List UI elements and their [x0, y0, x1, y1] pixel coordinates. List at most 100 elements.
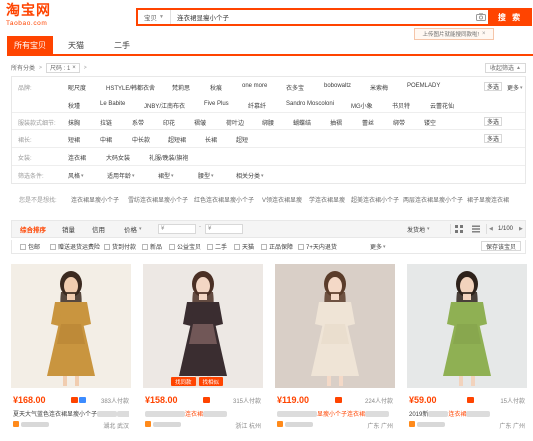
women-option[interactable]: 大码女装 [106, 153, 130, 162]
product-image[interactable] [275, 264, 395, 388]
taobao-logo[interactable]: 淘宝网 Taobao.com [6, 4, 64, 28]
style-option[interactable]: 镂空 [424, 118, 436, 127]
condition-dropdown[interactable]: 相关分类 ▾ [236, 171, 264, 181]
next-page-icon[interactable]: ▶ [519, 224, 523, 234]
style-option[interactable]: 绑腰 [262, 118, 274, 127]
shop-link[interactable] [145, 421, 181, 427]
brand-option[interactable]: 秋瑾 [68, 101, 80, 110]
product-title[interactable]: 2019新 连衣裙 [409, 409, 525, 418]
more-services-dropdown[interactable]: 更多 ▾ [370, 242, 386, 252]
shop-link[interactable] [13, 421, 49, 427]
close-icon[interactable]: × [72, 65, 76, 71]
brand-option[interactable]: MG小象 [351, 101, 373, 110]
length-option[interactable]: 中长款 [132, 135, 150, 144]
search-button[interactable]: 搜 索 [488, 8, 532, 26]
breadcrumb-all-categories[interactable]: 所有分类 [11, 63, 35, 72]
style-option[interactable]: 系带 [132, 118, 144, 127]
brand-option[interactable]: 秋痕 [210, 83, 222, 92]
length-option[interactable]: 长裙 [205, 135, 217, 144]
length-option[interactable]: 中裙 [100, 135, 112, 144]
brand-option[interactable]: 梵莉思 [172, 83, 190, 92]
product-card[interactable]: ¥119.00 224人付款 显瘦小个子连衣裙 广东 广州 [275, 264, 395, 441]
product-image[interactable] [11, 264, 131, 388]
style-option[interactable]: 蕾丝 [362, 118, 374, 127]
grid-view-icon[interactable] [455, 224, 463, 234]
checkbox-7day-return[interactable]: 7+天内退货 [298, 242, 337, 251]
style-option[interactable]: 抽褶 [330, 118, 342, 127]
brand-option[interactable]: 衣多宝 [286, 83, 304, 92]
brand-option[interactable]: 米索梅 [370, 83, 388, 92]
breadcrumb-size-filter[interactable]: 尺码 : 1 × [45, 62, 80, 73]
search-category-select[interactable]: 宝贝 ▼ [138, 10, 171, 24]
style-option[interactable]: 蝴蝶结 [293, 118, 311, 127]
condition-dropdown[interactable]: 适用年龄 ▾ [107, 171, 135, 181]
tab-tmall[interactable]: 天猫 [53, 36, 99, 54]
checkbox-return-insurance[interactable]: 赠送退货运费险 [50, 242, 100, 251]
price-min-input[interactable]: ¥ [158, 224, 196, 234]
brand-option[interactable]: 纤慕纤 [248, 101, 266, 110]
related-keyword[interactable]: 裙子显瘦连衣裙 [467, 195, 509, 204]
search-input[interactable] [170, 10, 474, 24]
price-max-input[interactable]: ¥ [205, 224, 243, 234]
checkbox-secondhand[interactable]: 二手 [207, 242, 227, 251]
checkbox-genuine[interactable]: 正品保障 [261, 242, 293, 251]
product-card[interactable]: 找同款 找相似 ¥158.00 315人付款 连衣裙 浙江 杭州 [143, 264, 263, 441]
condition-dropdown[interactable]: 裙型 ▾ [158, 171, 174, 181]
product-card[interactable]: ¥168.00 383人付款 夏天大气蓝色连衣裙显瘦小个子 湖北 武汉 [11, 264, 131, 441]
length-option[interactable]: 超短裙 [168, 135, 186, 144]
related-keyword[interactable]: 连衣裙显瘦小个子 [71, 195, 119, 204]
product-card[interactable]: ¥59.00 15人付款 2019新 连衣裙 广东 广州 [407, 264, 527, 441]
brand-option[interactable]: bobowaltz [324, 83, 351, 89]
brand-option[interactable]: POEMLADY [407, 83, 440, 89]
shop-link[interactable] [277, 421, 313, 427]
sort-price[interactable]: 价格 ▾ [124, 221, 142, 237]
find-similar-button[interactable]: 找相似 [198, 377, 224, 386]
women-option[interactable]: 连衣裙 [68, 153, 86, 162]
tab-secondhand[interactable]: 二手 [99, 36, 145, 54]
checkbox-free-shipping[interactable]: 包邮 [20, 242, 40, 251]
style-option[interactable]: 印花 [163, 118, 175, 127]
brand-option[interactable]: Five Plus [204, 101, 229, 107]
find-same-button[interactable]: 找同款 [171, 377, 196, 386]
sort-sales[interactable]: 销量 [62, 221, 75, 237]
sort-credit[interactable]: 信用 [92, 221, 105, 237]
shop-link[interactable] [409, 421, 445, 427]
collapse-filters-button[interactable]: 收起筛选 ▲ [485, 62, 526, 73]
product-image[interactable] [407, 264, 527, 388]
tab-all-items[interactable]: 所有宝贝 [7, 36, 53, 54]
product-title[interactable]: 连衣裙 [145, 409, 261, 418]
style-option[interactable]: 抹胸 [68, 118, 80, 127]
related-keyword[interactable]: 两层连衣裙显瘦小个子 [403, 195, 463, 204]
checkbox-tmall[interactable]: 天猫 [234, 242, 254, 251]
style-option[interactable]: 荷叶边 [226, 118, 244, 127]
length-option[interactable]: 超短 [236, 135, 248, 144]
brand-more-button[interactable]: 更多 ▾ [507, 83, 523, 93]
product-image[interactable] [143, 264, 263, 388]
product-title[interactable]: 显瘦小个子连衣裙 [277, 409, 393, 418]
brand-option[interactable]: one more [242, 83, 267, 89]
style-option[interactable]: 绑带 [393, 118, 405, 127]
length-multi-select-button[interactable]: 多选 [484, 134, 503, 143]
brand-option[interactable]: Le Babite [100, 101, 125, 107]
list-view-icon[interactable] [472, 224, 480, 234]
condition-dropdown[interactable]: 风格 ▾ [68, 171, 84, 181]
style-multi-select-button[interactable]: 多选 [484, 117, 503, 126]
brand-multi-select-button[interactable]: 多选 [484, 82, 503, 91]
style-option[interactable]: 褶皱 [194, 118, 206, 127]
brand-option[interactable]: JNBY/江南布衣 [144, 101, 185, 110]
checkbox-new[interactable]: 新品 [142, 242, 162, 251]
related-keyword[interactable]: 超美连衣裙小个子 [351, 195, 399, 204]
ship-location-dropdown[interactable]: 发货地 ▾ [407, 224, 430, 234]
condition-dropdown[interactable]: 腰型 ▾ [198, 171, 214, 181]
prev-page-icon[interactable]: ◀ [489, 224, 493, 234]
brand-option[interactable]: 昵尺度 [68, 83, 86, 92]
brand-option[interactable]: HSTYLE/韩都衣舍 [106, 83, 155, 92]
brand-option[interactable]: Sandro Moscoloni [286, 101, 334, 107]
related-keyword[interactable]: 雪纺连衣裙显瘦小个子 [128, 195, 188, 204]
checkbox-charity[interactable]: 公益宝贝 [169, 242, 201, 251]
related-keyword[interactable]: V领连衣裙显瘦 [262, 195, 302, 204]
length-option[interactable]: 短裙 [68, 135, 80, 144]
related-keyword[interactable]: 学连衣裙显瘦 [309, 195, 345, 204]
related-keyword[interactable]: 红色连衣裙显瘦小个子 [194, 195, 254, 204]
women-option[interactable]: 礼服/晚装/旗袍 [149, 153, 188, 162]
